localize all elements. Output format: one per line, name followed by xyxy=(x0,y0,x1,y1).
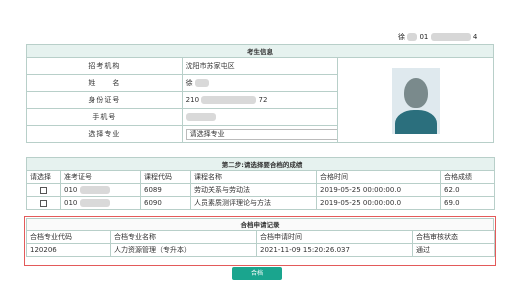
top-user-prefix: 徐 xyxy=(398,33,405,41)
top-user-id: 徐 01 4 xyxy=(398,32,477,42)
redacted-block xyxy=(201,96,257,104)
exam-no: 010 xyxy=(64,199,78,207)
candidate-info-table: 考生信息 招考机构 沈阳市苏家屯区 姓 名 徐 身份证号 210 72 手机号 … xyxy=(26,44,494,143)
table-row: 010 6090 人员素质测评理论与方法 2019-05-25 00:00:00… xyxy=(26,196,496,210)
exam-no-cell: 010 xyxy=(60,196,141,210)
major-select[interactable]: 请选择专业 ▾ xyxy=(185,128,337,140)
exam-no: 010 xyxy=(64,186,78,194)
major-cell: 请选择专业 ▾ xyxy=(181,125,339,143)
submit-button[interactable]: 合档 xyxy=(232,267,282,280)
highlight-frame xyxy=(24,216,496,266)
name-value: 徐 xyxy=(185,79,193,87)
redacted-block xyxy=(79,199,110,207)
table-row: 010 6089 劳动关系与劳动法 2019-05-25 00:00:00.0 … xyxy=(26,183,496,197)
scores-title: 第二步:请选择要合档的成绩 xyxy=(25,157,496,171)
id-number-label: 身份证号 xyxy=(26,91,183,109)
col-header: 课程名称 xyxy=(190,170,317,184)
name-value-cell: 徐 xyxy=(181,74,339,92)
phone-label: 手机号 xyxy=(26,108,183,126)
redacted-block xyxy=(185,113,216,121)
id-number-cell: 210 72 xyxy=(181,91,339,109)
phone-cell xyxy=(181,108,339,126)
row-checkbox[interactable] xyxy=(40,186,47,194)
score: 62.0 xyxy=(439,183,496,197)
redacted-block xyxy=(430,33,471,41)
scores-table: 第二步:请选择要合档的成绩 请选择 准考证号 课程代码 课程名称 合格时间 合格… xyxy=(25,157,496,210)
major-select-value: 请选择专业 xyxy=(189,129,225,138)
pass-time: 2019-05-25 00:00:00.0 xyxy=(316,183,441,197)
id-number-suffix: 72 xyxy=(258,96,268,104)
major-label: 选择专业 xyxy=(26,125,183,143)
name-label: 姓 名 xyxy=(26,74,183,92)
institution-value: 沈阳市苏家屯区 xyxy=(181,57,339,75)
score: 69.0 xyxy=(439,196,496,210)
course-name: 劳动关系与劳动法 xyxy=(190,183,317,197)
select-cell xyxy=(26,196,61,210)
course-code: 6090 xyxy=(140,196,191,210)
col-header: 准考证号 xyxy=(60,170,141,184)
photo-cell xyxy=(337,57,494,143)
col-header: 合格成绩 xyxy=(439,170,496,184)
redacted-block xyxy=(407,33,418,41)
top-user-suffix: 4 xyxy=(472,33,478,41)
col-header: 合格时间 xyxy=(316,170,441,184)
course-name: 人员素质测评理论与方法 xyxy=(190,196,317,210)
select-cell xyxy=(26,183,61,197)
pass-time: 2019-05-25 00:00:00.0 xyxy=(316,196,441,210)
course-code: 6089 xyxy=(140,183,191,197)
top-user-code: 01 xyxy=(419,33,429,41)
exam-no-cell: 010 xyxy=(60,183,141,197)
institution-label: 招考机构 xyxy=(26,57,183,75)
col-header: 请选择 xyxy=(26,170,61,184)
scores-header-row: 请选择 准考证号 课程代码 课程名称 合格时间 合格成绩 xyxy=(26,170,496,184)
col-header: 课程代码 xyxy=(140,170,191,184)
redacted-block xyxy=(79,186,110,194)
candidate-photo xyxy=(391,68,440,134)
id-number-prefix: 210 xyxy=(185,96,200,104)
candidate-info-title: 考生信息 xyxy=(26,44,494,58)
row-checkbox[interactable] xyxy=(40,199,47,207)
redacted-block xyxy=(194,79,209,87)
